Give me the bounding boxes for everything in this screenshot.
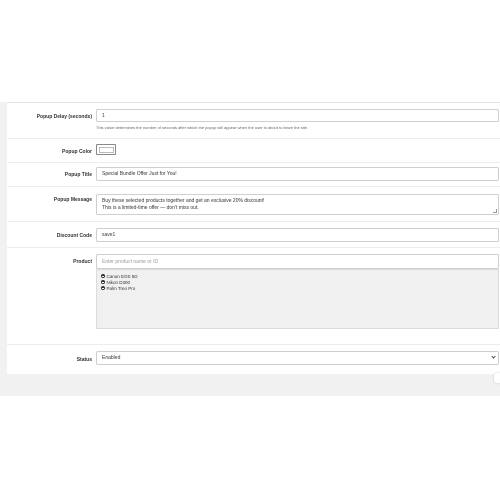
status-label: Status	[76, 357, 92, 363]
resize-handle-icon[interactable]	[493, 209, 497, 213]
popup-title-label: Popup Title	[64, 172, 92, 178]
popup-color-label: Popup Color	[62, 149, 92, 155]
row-popup-message: Popup Message Buy these selected product…	[7, 187, 500, 222]
popup-message-textarea[interactable]: Buy these selected products together and…	[96, 194, 499, 215]
popup-message-line-1: Buy these selected products together and…	[102, 198, 265, 204]
product-search-input[interactable]: Enter product name or ID	[96, 254, 499, 269]
chevron-down-icon	[491, 354, 496, 359]
popup-delay-input[interactable]: 1	[96, 109, 499, 122]
row-discount-code: Discount Code save1	[7, 222, 500, 248]
popup-title-input[interactable]: Special Bundle Offer Just for You!	[96, 167, 499, 181]
row-status: Status Enabled	[7, 345, 500, 375]
popup-message-line-2: This is a limited-time offer — don't mis…	[102, 205, 199, 211]
remove-product-icon[interactable]	[101, 274, 105, 278]
status-select[interactable]: Enabled	[96, 351, 499, 365]
settings-form: Popup Delay (seconds) 1 This value deter…	[7, 102, 500, 374]
popup-delay-label: Popup Delay (seconds)	[36, 114, 92, 120]
product-label: Product	[73, 259, 92, 265]
remove-product-icon[interactable]	[101, 280, 105, 284]
row-popup-delay: Popup Delay (seconds) 1 This value deter…	[7, 103, 500, 139]
status-value: Enabled	[102, 355, 121, 361]
discount-code-label: Discount Code	[56, 233, 92, 239]
product-name: Canon EOS 5D	[106, 273, 138, 279]
row-popup-color: Popup Color	[7, 139, 500, 163]
popup-delay-help: This value determines the number of seco…	[96, 125, 309, 130]
product-name: Nikon D300	[106, 279, 131, 285]
product-item: Palm Treo Pro	[101, 285, 494, 291]
popup-message-label: Popup Message	[53, 197, 92, 203]
scroll-top-button[interactable]	[494, 373, 500, 383]
row-product: Product Enter product name or ID Canon E…	[7, 248, 500, 345]
color-swatch-fill	[98, 146, 114, 153]
discount-code-input[interactable]: save1	[96, 228, 499, 242]
product-name: Palm Treo Pro	[106, 285, 136, 291]
row-popup-title: Popup Title Special Bundle Offer Just fo…	[7, 163, 500, 187]
selected-products-list: Canon EOS 5D Nikon D300 Palm Treo Pro	[96, 269, 499, 329]
remove-product-icon[interactable]	[101, 286, 105, 290]
popup-color-picker[interactable]	[96, 144, 116, 155]
